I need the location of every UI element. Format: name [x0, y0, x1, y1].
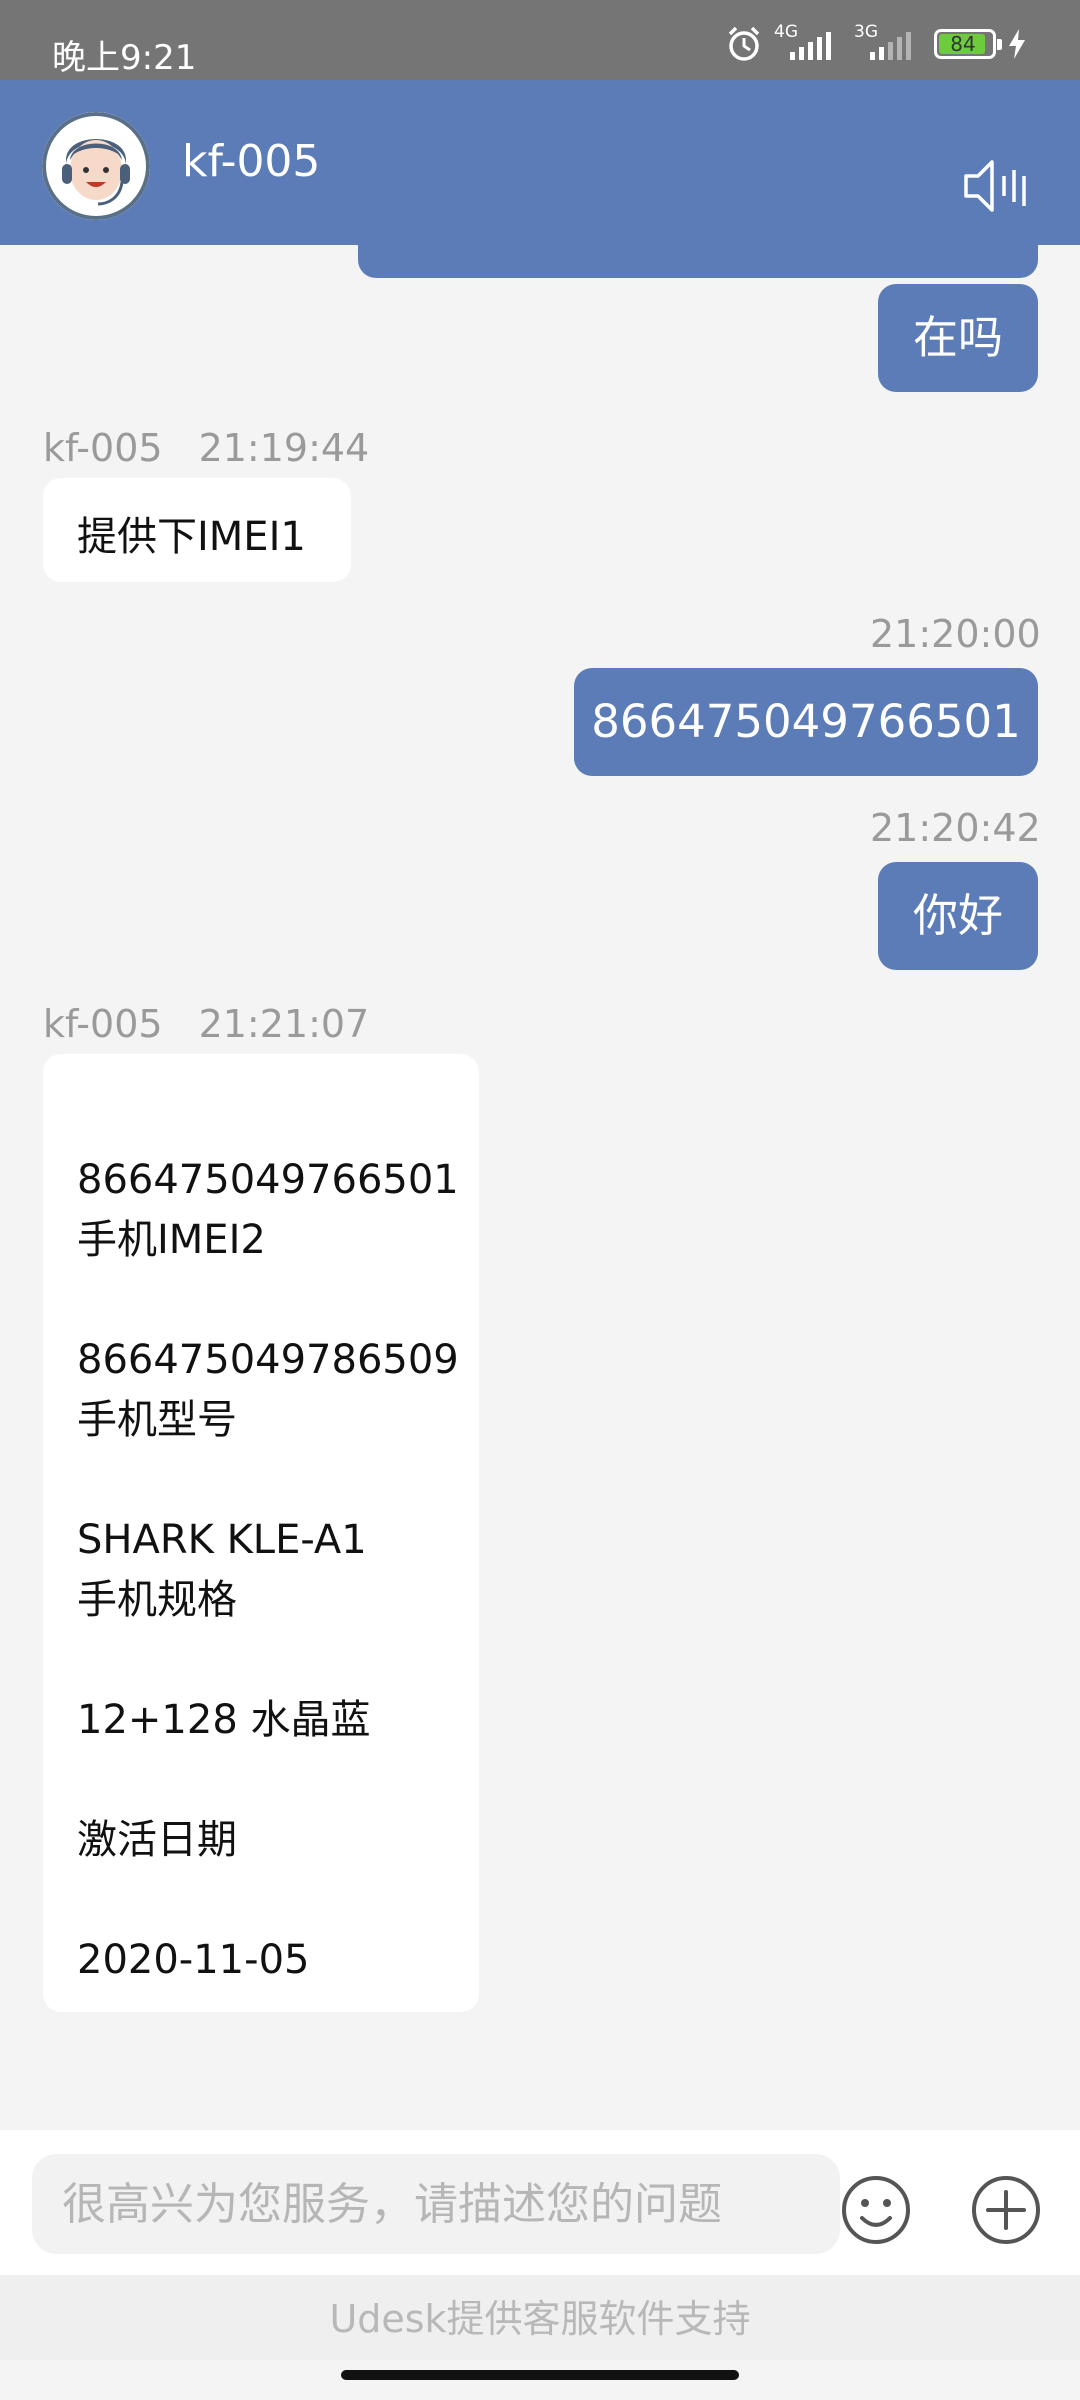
agent-avatar-icon	[42, 112, 150, 220]
chat-header: kf-005	[0, 80, 1080, 245]
message-line: 866475049786509	[77, 1337, 459, 1383]
powered-by-footer: Udesk提供客服软件支持	[0, 2275, 1080, 2360]
plus-icon[interactable]	[970, 2174, 1042, 2246]
message-line: 激活日期	[77, 1817, 237, 1863]
message-line: 866475049766501	[77, 1157, 459, 1203]
message-line: 手机规格	[77, 1577, 237, 1623]
signal-3g-icon: 3G	[854, 22, 924, 64]
message-text: 866475049766501 手机IMEI2 866475049786509 手机型…	[77, 1090, 459, 1990]
battery-level: 84	[950, 32, 976, 56]
sender-name: kf-005	[43, 1002, 163, 1046]
agent-avatar[interactable]	[42, 112, 150, 220]
message-line	[77, 1870, 459, 1930]
incoming-message-bubble[interactable]: 866475049766501 手机IMEI2 866475049786509 手机型…	[43, 1054, 479, 2012]
status-time: 晚上9:21	[52, 38, 197, 78]
sender-name: kf-005	[43, 426, 163, 470]
outgoing-message-bubble[interactable]: 866475049766501	[574, 668, 1038, 776]
battery-icon: 84	[934, 29, 1002, 59]
message-line: 12+128 水晶蓝	[77, 1697, 371, 1743]
message-line	[77, 1750, 459, 1810]
signal-4g-icon: 4G	[774, 22, 844, 64]
message-meta: kf-005 21:21:07	[43, 1002, 369, 1046]
home-indicator[interactable]	[341, 2370, 739, 2380]
message-line	[77, 1090, 459, 1150]
outgoing-message-bubble[interactable]: 在吗	[878, 284, 1038, 392]
status-bar: 晚上9:21 4G 3G 84	[0, 0, 1080, 80]
emoji-icon[interactable]	[840, 2174, 912, 2246]
outgoing-message-bubble[interactable]: 你好	[878, 862, 1038, 970]
message-line: 手机IMEI2	[77, 1217, 266, 1263]
message-line	[77, 1450, 459, 1510]
message-line	[77, 1630, 459, 1690]
message-line: 手机型号	[77, 1397, 237, 1443]
message-time: 21:20:42	[870, 806, 1041, 850]
message-line	[77, 1270, 459, 1330]
message-meta: kf-005 21:19:44	[43, 426, 369, 470]
message-line: 2020-11-05	[77, 1937, 310, 1983]
incoming-message-bubble[interactable]: 提供下IMEI1	[43, 478, 351, 582]
alarm-icon	[728, 26, 760, 61]
status-icons: 4G 3G 84	[724, 22, 1028, 64]
charging-icon	[1009, 29, 1025, 59]
message-text: 提供下IMEI1	[77, 514, 306, 560]
message-input[interactable]	[32, 2154, 840, 2254]
agent-name: kf-005	[182, 136, 321, 187]
speaker-icon[interactable]	[962, 156, 1028, 216]
message-time: 21:20:00	[870, 612, 1041, 656]
message-time: 21:19:44	[198, 426, 370, 470]
message-time: 21:21:07	[198, 1002, 370, 1046]
message-line: SHARK KLE-A1	[77, 1517, 367, 1563]
input-bar	[0, 2130, 1080, 2275]
